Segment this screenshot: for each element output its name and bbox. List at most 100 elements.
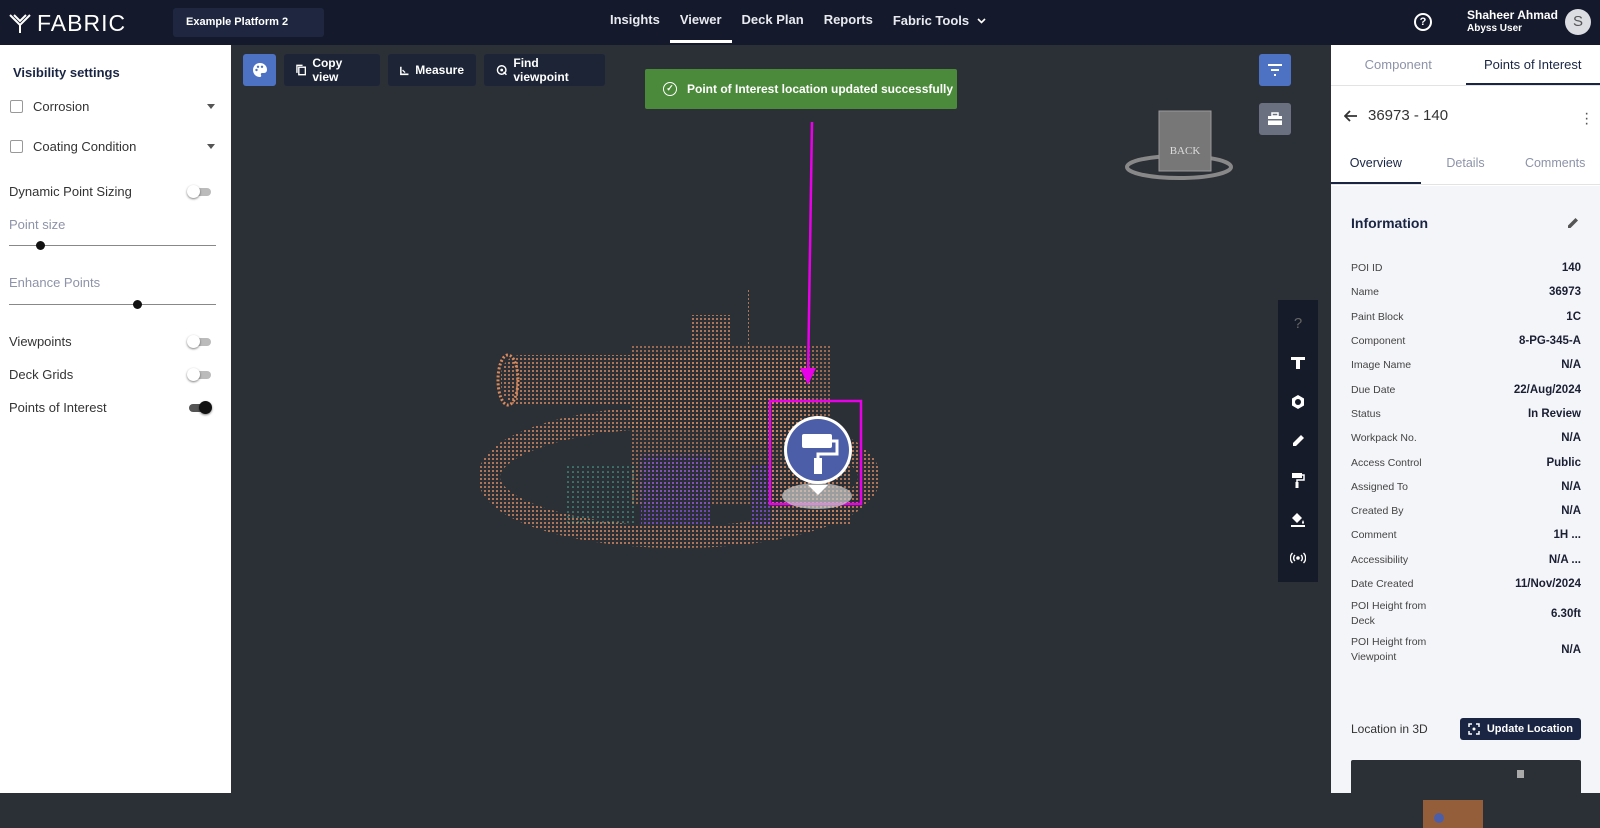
chevron-down-icon[interactable] [207, 144, 215, 149]
coating-checkbox[interactable] [10, 140, 23, 153]
viewpoints-label: Viewpoints [9, 334, 72, 349]
info-key: Component [1351, 335, 1405, 347]
tab-overview[interactable]: Overview [1331, 143, 1421, 184]
info-value: Public [1546, 457, 1581, 469]
tab-comments[interactable]: Comments [1510, 143, 1600, 184]
toggle-knob [199, 401, 212, 414]
visibility-title: Visibility settings [13, 65, 120, 80]
paint-bucket-icon[interactable] [1288, 509, 1308, 529]
info-row: Due Date22/Aug/2024 [1351, 377, 1581, 401]
detail-panel: Component Points of Interest 36973 - 140… [1331, 45, 1600, 793]
broadcast-icon[interactable] [1288, 548, 1308, 568]
viewpoints-toggle[interactable] [189, 338, 211, 346]
corrosion-row[interactable]: Corrosion [10, 99, 215, 114]
location-row: Location in 3D Update Location [1351, 718, 1581, 740]
viewcube[interactable]: BACK [1127, 111, 1231, 178]
top-bar: FABRIC Example Platform 2 Insights Viewe… [0, 0, 1600, 45]
information-rows: POI ID140Name36973Paint Block1CComponent… [1351, 256, 1581, 668]
avatar[interactable]: S [1565, 9, 1591, 35]
help-icon[interactable]: ? [1288, 314, 1308, 334]
dynamic-point-label: Dynamic Point Sizing [9, 184, 132, 199]
info-value: 1H ... [1554, 529, 1581, 541]
nav-deck-plan[interactable]: Deck Plan [732, 0, 814, 45]
coating-row[interactable]: Coating Condition [10, 139, 215, 154]
paint-roller-icon[interactable] [1288, 470, 1308, 490]
user-info[interactable]: Shaheer Ahmad Abyss User [1467, 9, 1558, 35]
update-location-button[interactable]: Update Location [1460, 718, 1581, 740]
toggle-knob [187, 185, 200, 198]
enhance-points-slider[interactable] [9, 304, 216, 305]
poi-label: Points of Interest [9, 400, 107, 415]
corrosion-label: Corrosion [33, 99, 89, 114]
poi-title: 36973 - 140 [1368, 107, 1448, 124]
panel-tabs: Component Points of Interest [1331, 45, 1600, 86]
info-row: POI Height from Deck6.30ft [1351, 596, 1581, 632]
info-value: 22/Aug/2024 [1514, 384, 1581, 396]
poi-marker[interactable] [782, 416, 852, 509]
dynamic-point-toggle[interactable] [189, 188, 211, 196]
corrosion-checkbox[interactable] [10, 100, 23, 113]
info-key: Comment [1351, 529, 1397, 541]
info-key: Accessibility [1351, 554, 1408, 566]
slider-thumb[interactable] [133, 300, 142, 309]
info-row: Image Name N/A [1351, 353, 1581, 377]
info-value: 8-PG-345-A [1519, 335, 1581, 347]
info-value: 36973 [1549, 286, 1581, 298]
sub-tabs: Overview Details Comments [1331, 143, 1600, 185]
info-key: Date Created [1351, 578, 1413, 590]
nav-reports[interactable]: Reports [814, 0, 883, 45]
tab-points-of-interest[interactable]: Points of Interest [1466, 45, 1600, 85]
info-key: POI ID [1351, 262, 1383, 274]
info-row: Assigned ToN/A [1351, 475, 1581, 499]
deck-grids-toggle[interactable] [189, 371, 211, 379]
info-row: AccessibilityN/A ... [1351, 548, 1581, 572]
info-key: Image Name [1351, 359, 1411, 371]
nav-viewer[interactable]: Viewer [670, 0, 732, 45]
pencil-icon[interactable] [1288, 431, 1308, 451]
visibility-sidebar: Visibility settings Corrosion Coating Co… [0, 45, 231, 793]
focus-icon [1468, 723, 1480, 735]
point-size-slider[interactable] [9, 245, 216, 246]
info-value: N/A [1561, 505, 1581, 517]
location-label: Location in 3D [1351, 722, 1428, 736]
more-options-icon[interactable]: ··· [1584, 111, 1588, 126]
fabric-logo[interactable]: FABRIC [9, 10, 126, 37]
toast-message: Point of Interest location updated succe… [687, 82, 953, 96]
info-value: In Review [1528, 408, 1581, 420]
3d-viewer[interactable]: Copy view Measure Find viewpoint [231, 45, 1331, 793]
back-arrow-icon[interactable] [1344, 110, 1358, 122]
info-value: N/A [1561, 359, 1581, 371]
info-row: POI ID140 [1351, 256, 1581, 280]
tab-component[interactable]: Component [1331, 45, 1466, 85]
info-value: N/A [1561, 481, 1581, 493]
edit-icon[interactable] [1567, 216, 1580, 232]
check-circle-icon: ✓ [663, 82, 677, 96]
toolbox-button[interactable] [1259, 103, 1291, 135]
filter-button[interactable] [1259, 54, 1291, 86]
location-thumbnail[interactable] [1351, 760, 1581, 828]
info-key: Access Control [1351, 457, 1422, 469]
info-value: 11/Nov/2024 [1515, 578, 1581, 590]
fabric-logo-icon [9, 14, 31, 34]
tab-details[interactable]: Details [1421, 143, 1511, 184]
slider-thumb[interactable] [36, 241, 45, 250]
chevron-down-icon[interactable] [207, 104, 215, 109]
info-row: Created ByN/A [1351, 499, 1581, 523]
user-name: Shaheer Ahmad [1467, 9, 1558, 22]
update-location-label: Update Location [1487, 723, 1573, 735]
info-row: POI Height from ViewpointN/A [1351, 632, 1581, 668]
hex-nut-icon[interactable] [1288, 392, 1308, 412]
info-key: Status [1351, 408, 1381, 420]
info-value: 1C [1566, 311, 1581, 323]
info-key: Name [1351, 286, 1379, 298]
nav-insights[interactable]: Insights [600, 0, 670, 45]
filter-icon [1267, 64, 1283, 76]
t-beam-icon[interactable] [1288, 353, 1308, 373]
help-icon[interactable]: ? [1414, 13, 1432, 31]
nav-fabric-tools[interactable]: Fabric Tools [883, 0, 996, 45]
vertical-tools: ? [1278, 300, 1318, 582]
platform-selector[interactable]: Example Platform 2 [173, 8, 324, 37]
deck-grids-label: Deck Grids [9, 367, 73, 382]
poi-toggle[interactable] [189, 404, 211, 412]
info-key: POI Height from Deck [1351, 599, 1441, 629]
